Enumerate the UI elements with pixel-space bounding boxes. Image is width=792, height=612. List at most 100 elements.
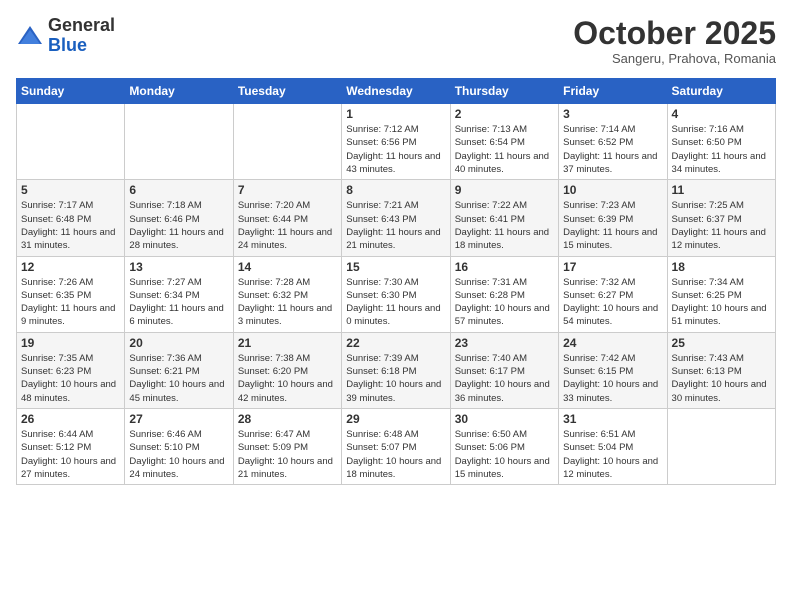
day-info: Sunrise: 7:14 AM Sunset: 6:52 PM Dayligh… — [563, 123, 662, 176]
logo-blue: Blue — [48, 35, 87, 55]
day-info: Sunrise: 7:27 AM Sunset: 6:34 PM Dayligh… — [129, 276, 228, 329]
subtitle: Sangeru, Prahova, Romania — [573, 51, 776, 66]
header-thursday: Thursday — [450, 79, 558, 104]
day-info: Sunrise: 7:22 AM Sunset: 6:41 PM Dayligh… — [455, 199, 554, 252]
title-block: October 2025 Sangeru, Prahova, Romania — [573, 16, 776, 66]
calendar: Sunday Monday Tuesday Wednesday Thursday… — [16, 78, 776, 485]
day-info: Sunrise: 7:28 AM Sunset: 6:32 PM Dayligh… — [238, 276, 337, 329]
day-number: 28 — [238, 412, 337, 426]
day-number: 15 — [346, 260, 445, 274]
day-number: 4 — [672, 107, 771, 121]
day-info: Sunrise: 7:42 AM Sunset: 6:15 PM Dayligh… — [563, 352, 662, 405]
table-row: 14Sunrise: 7:28 AM Sunset: 6:32 PM Dayli… — [233, 256, 341, 332]
day-info: Sunrise: 6:46 AM Sunset: 5:10 PM Dayligh… — [129, 428, 228, 481]
table-row — [667, 408, 775, 484]
table-row — [17, 104, 125, 180]
day-number: 17 — [563, 260, 662, 274]
day-number: 21 — [238, 336, 337, 350]
calendar-week-row: 26Sunrise: 6:44 AM Sunset: 5:12 PM Dayli… — [17, 408, 776, 484]
table-row: 20Sunrise: 7:36 AM Sunset: 6:21 PM Dayli… — [125, 332, 233, 408]
table-row: 2 Sunrise: 7:13 AM Sunset: 6:54 PM Daylig… — [450, 104, 558, 180]
header-monday: Monday — [125, 79, 233, 104]
logo-text: General Blue — [48, 16, 115, 56]
day-info: Sunrise: 6:50 AM Sunset: 5:06 PM Dayligh… — [455, 428, 554, 481]
day-number: 1 — [346, 107, 445, 121]
day-info: Sunrise: 7:35 AM Sunset: 6:23 PM Dayligh… — [21, 352, 120, 405]
table-row: 31Sunrise: 6:51 AM Sunset: 5:04 PM Dayli… — [559, 408, 667, 484]
logo-icon — [16, 22, 44, 50]
calendar-week-row: 1 Sunrise: 7:12 AM Sunset: 6:56 PM Daylig… — [17, 104, 776, 180]
header-sunday: Sunday — [17, 79, 125, 104]
table-row: 12Sunrise: 7:26 AM Sunset: 6:35 PM Dayli… — [17, 256, 125, 332]
table-row: 7 Sunrise: 7:20 AM Sunset: 6:44 PM Daylig… — [233, 180, 341, 256]
day-number: 25 — [672, 336, 771, 350]
day-number: 29 — [346, 412, 445, 426]
table-row: 24Sunrise: 7:42 AM Sunset: 6:15 PM Dayli… — [559, 332, 667, 408]
table-row: 6 Sunrise: 7:18 AM Sunset: 6:46 PM Daylig… — [125, 180, 233, 256]
day-info: Sunrise: 7:39 AM Sunset: 6:18 PM Dayligh… — [346, 352, 445, 405]
table-row: 25 Sunrise: 7:43 AM Sunset: 6:13 PM Dayli… — [667, 332, 775, 408]
table-row: 16Sunrise: 7:31 AM Sunset: 6:28 PM Dayli… — [450, 256, 558, 332]
day-number: 22 — [346, 336, 445, 350]
day-info: Sunrise: 7:26 AM Sunset: 6:35 PM Dayligh… — [21, 276, 120, 329]
day-info: Sunrise: 7:12 AM Sunset: 6:56 PM Dayligh… — [346, 123, 445, 176]
day-info: Sunrise: 6:44 AM Sunset: 5:12 PM Dayligh… — [21, 428, 120, 481]
table-row: 22 Sunrise: 7:39 AM Sunset: 6:18 PM Dayli… — [342, 332, 450, 408]
day-number: 6 — [129, 183, 228, 197]
day-number: 3 — [563, 107, 662, 121]
day-number: 20 — [129, 336, 228, 350]
table-row: 4 Sunrise: 7:16 AM Sunset: 6:50 PM Daylig… — [667, 104, 775, 180]
day-info: Sunrise: 7:32 AM Sunset: 6:27 PM Dayligh… — [563, 276, 662, 329]
day-number: 7 — [238, 183, 337, 197]
table-row: 30 Sunrise: 6:50 AM Sunset: 5:06 PM Dayli… — [450, 408, 558, 484]
month-title: October 2025 — [573, 16, 776, 51]
day-number: 2 — [455, 107, 554, 121]
day-number: 19 — [21, 336, 120, 350]
day-number: 10 — [563, 183, 662, 197]
table-row: 5 Sunrise: 7:17 AM Sunset: 6:48 PM Daylig… — [17, 180, 125, 256]
day-number: 16 — [455, 260, 554, 274]
table-row: 15 Sunrise: 7:30 AM Sunset: 6:30 PM Dayli… — [342, 256, 450, 332]
day-info: Sunrise: 7:30 AM Sunset: 6:30 PM Dayligh… — [346, 276, 445, 329]
day-info: Sunrise: 6:48 AM Sunset: 5:07 PM Dayligh… — [346, 428, 445, 481]
day-info: Sunrise: 6:47 AM Sunset: 5:09 PM Dayligh… — [238, 428, 337, 481]
day-info: Sunrise: 7:38 AM Sunset: 6:20 PM Dayligh… — [238, 352, 337, 405]
day-number: 27 — [129, 412, 228, 426]
table-row: 10 Sunrise: 7:23 AM Sunset: 6:39 PM Dayli… — [559, 180, 667, 256]
calendar-week-row: 12Sunrise: 7:26 AM Sunset: 6:35 PM Dayli… — [17, 256, 776, 332]
day-number: 30 — [455, 412, 554, 426]
day-info: Sunrise: 7:40 AM Sunset: 6:17 PM Dayligh… — [455, 352, 554, 405]
day-number: 23 — [455, 336, 554, 350]
header-saturday: Saturday — [667, 79, 775, 104]
table-row: 27 Sunrise: 6:46 AM Sunset: 5:10 PM Dayli… — [125, 408, 233, 484]
day-info: Sunrise: 7:21 AM Sunset: 6:43 PM Dayligh… — [346, 199, 445, 252]
logo: General Blue — [16, 16, 115, 56]
table-row: 21 Sunrise: 7:38 AM Sunset: 6:20 PM Dayli… — [233, 332, 341, 408]
day-info: Sunrise: 7:20 AM Sunset: 6:44 PM Dayligh… — [238, 199, 337, 252]
day-number: 8 — [346, 183, 445, 197]
header-wednesday: Wednesday — [342, 79, 450, 104]
table-row: 28 Sunrise: 6:47 AM Sunset: 5:09 PM Dayli… — [233, 408, 341, 484]
table-row: 3 Sunrise: 7:14 AM Sunset: 6:52 PM Daylig… — [559, 104, 667, 180]
day-number: 5 — [21, 183, 120, 197]
table-row: 18Sunrise: 7:34 AM Sunset: 6:25 PM Dayli… — [667, 256, 775, 332]
day-info: Sunrise: 7:16 AM Sunset: 6:50 PM Dayligh… — [672, 123, 771, 176]
day-info: Sunrise: 7:13 AM Sunset: 6:54 PM Dayligh… — [455, 123, 554, 176]
header: General Blue October 2025 Sangeru, Praho… — [16, 16, 776, 66]
day-info: Sunrise: 7:18 AM Sunset: 6:46 PM Dayligh… — [129, 199, 228, 252]
calendar-week-row: 5 Sunrise: 7:17 AM Sunset: 6:48 PM Daylig… — [17, 180, 776, 256]
table-row: 29 Sunrise: 6:48 AM Sunset: 5:07 PM Dayli… — [342, 408, 450, 484]
table-row: 8 Sunrise: 7:21 AM Sunset: 6:43 PM Daylig… — [342, 180, 450, 256]
day-info: Sunrise: 7:17 AM Sunset: 6:48 PM Dayligh… — [21, 199, 120, 252]
day-info: Sunrise: 7:23 AM Sunset: 6:39 PM Dayligh… — [563, 199, 662, 252]
table-row: 23 Sunrise: 7:40 AM Sunset: 6:17 PM Dayli… — [450, 332, 558, 408]
day-number: 11 — [672, 183, 771, 197]
calendar-header-row: Sunday Monday Tuesday Wednesday Thursday… — [17, 79, 776, 104]
table-row: 1 Sunrise: 7:12 AM Sunset: 6:56 PM Daylig… — [342, 104, 450, 180]
logo-general: General — [48, 15, 115, 35]
header-tuesday: Tuesday — [233, 79, 341, 104]
table-row: 19 Sunrise: 7:35 AM Sunset: 6:23 PM Dayli… — [17, 332, 125, 408]
table-row: 26Sunrise: 6:44 AM Sunset: 5:12 PM Dayli… — [17, 408, 125, 484]
calendar-week-row: 19 Sunrise: 7:35 AM Sunset: 6:23 PM Dayli… — [17, 332, 776, 408]
day-info: Sunrise: 7:43 AM Sunset: 6:13 PM Dayligh… — [672, 352, 771, 405]
